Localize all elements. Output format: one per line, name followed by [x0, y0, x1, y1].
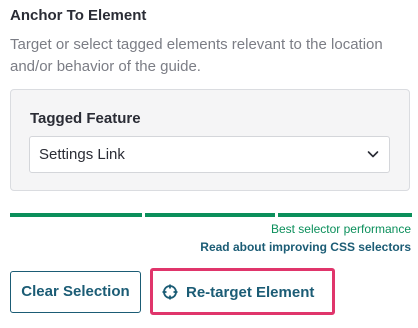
- retarget-element-button[interactable]: Re-target Element: [158, 274, 328, 310]
- chevron-down-icon: [367, 151, 379, 158]
- tagged-feature-value: Settings Link: [39, 146, 125, 163]
- section-title: Anchor To Element: [10, 7, 147, 24]
- tagged-feature-box: Tagged Feature Settings Link: [10, 89, 410, 191]
- performance-segment-1: [10, 213, 142, 217]
- selector-performance-meter: [10, 213, 412, 217]
- tagged-feature-select[interactable]: Settings Link: [29, 136, 390, 173]
- performance-segment-2: [145, 213, 275, 217]
- performance-segment-3: [278, 213, 412, 217]
- section-description: Target or select tagged elements relevan…: [10, 36, 383, 75]
- clear-selection-button[interactable]: Clear Selection: [10, 271, 141, 313]
- selector-performance-status: Best selector performance: [270, 222, 411, 236]
- improve-selectors-link[interactable]: Read about improving CSS selectors: [200, 240, 411, 254]
- retarget-element-label: Re-target Element: [186, 284, 315, 301]
- anchor-to-element-panel: Anchor To Element Target or select tagge…: [0, 0, 418, 328]
- tagged-feature-label: Tagged Feature: [30, 110, 141, 127]
- crosshair-icon: [162, 284, 178, 300]
